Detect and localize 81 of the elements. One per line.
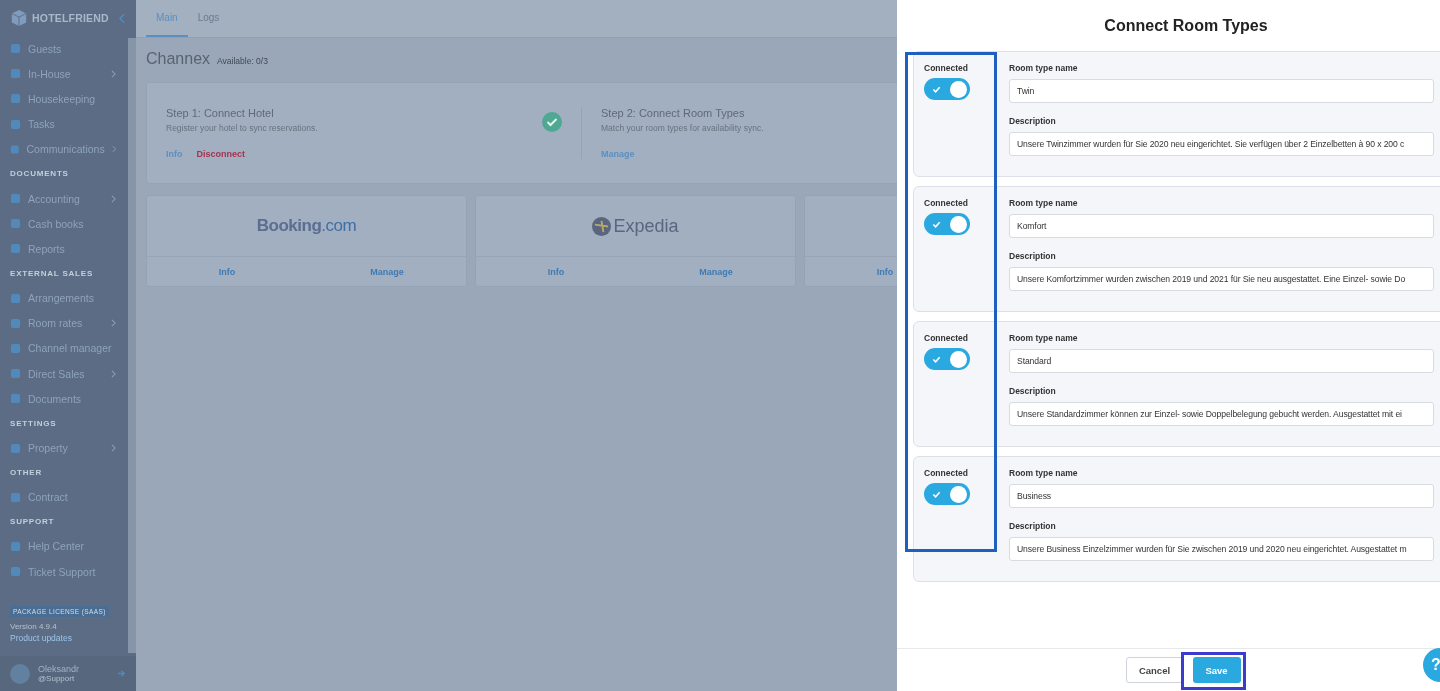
- section-heading: EXTERNAL SALES: [9, 268, 95, 280]
- field-label: Connected: [924, 198, 969, 208]
- square-icon: [10, 540, 21, 552]
- check-icon: [932, 84, 941, 94]
- channel-link[interactable]: Info: [516, 266, 596, 277]
- save-button[interactable]: Save: [1192, 657, 1241, 683]
- square-icon: [10, 442, 21, 454]
- square-icon: [10, 368, 21, 380]
- input-field[interactable]: Unsere Twinzimmer wurden für Sie 2020 neu eingerichtet. Sie verfügen über 2 Einzelbetten à 90 x 200 c: [1009, 132, 1434, 156]
- field-label: Connected: [924, 468, 969, 478]
- section-heading: DOCUMENTS: [9, 168, 70, 181]
- toggle-switch[interactable]: [924, 213, 970, 235]
- dialog-title: Connect Room Types: [1103, 17, 1269, 36]
- square-icon: [10, 491, 21, 503]
- step-link[interactable]: Manage: [601, 149, 635, 159]
- version-text: Version 4.9.4: [9, 622, 58, 631]
- availability-text: Available: 0/3: [217, 56, 268, 66]
- input-field[interactable]: Twin: [1009, 79, 1434, 103]
- channel-link[interactable]: Manage: [347, 266, 427, 277]
- field-label: Connected: [924, 333, 969, 343]
- field-label: Room type name: [1009, 333, 1079, 343]
- section-heading: OTHER: [9, 467, 43, 480]
- toggle-switch[interactable]: [924, 483, 970, 505]
- input-field[interactable]: Unsere Komfortzimmer wurden zwischen 2019 und 2021 für Sie neu ausgestattet. Eine Einzel- sowie Do: [1009, 267, 1434, 291]
- help-button[interactable]: ?: [1423, 648, 1440, 682]
- square-icon: [10, 68, 21, 80]
- square-icon: [10, 143, 20, 155]
- toggle-switch[interactable]: [924, 78, 970, 100]
- step-title: Step 2: Connect Room Types: [601, 107, 746, 119]
- square-icon: [10, 218, 21, 230]
- field-label: Room type name: [1009, 63, 1079, 73]
- arrow-right-icon[interactable]: [117, 669, 126, 678]
- collapse-icon[interactable]: [118, 12, 126, 24]
- cancel-button[interactable]: Cancel: [1125, 657, 1184, 683]
- field-label: Description: [1009, 251, 1057, 261]
- brand-logo: HOTELFRIEND: [32, 12, 109, 24]
- avatar: [10, 663, 30, 684]
- field-label: Room type name: [1009, 198, 1079, 208]
- page-title: Channex: [146, 50, 211, 68]
- channel-link[interactable]: Info: [845, 266, 897, 277]
- channel-link[interactable]: Info: [187, 266, 267, 277]
- field-label: Description: [1009, 116, 1057, 126]
- field-label: Description: [1009, 521, 1057, 531]
- square-icon: [10, 317, 21, 329]
- square-icon: [10, 393, 21, 405]
- step-link[interactable]: Disconnect: [196, 149, 245, 159]
- field-label: Room type name: [1009, 468, 1079, 478]
- step-link[interactable]: Info: [166, 149, 183, 159]
- booking-logo: Booking.com: [256, 216, 357, 236]
- plane-globe-icon: [592, 216, 612, 236]
- square-icon: [10, 118, 21, 130]
- check-icon: [932, 489, 941, 499]
- section-heading: SUPPORT: [9, 516, 56, 529]
- user-role: @Support: [38, 674, 76, 683]
- field-label: Description: [1009, 386, 1057, 396]
- check-icon: [932, 354, 941, 364]
- toggle-switch[interactable]: [924, 348, 970, 370]
- square-icon: [10, 93, 21, 105]
- square-icon: [10, 43, 21, 55]
- input-field[interactable]: Business: [1009, 484, 1434, 508]
- square-icon: [10, 566, 21, 578]
- user-name: Oleksandr: [38, 664, 81, 674]
- square-icon: [10, 342, 21, 354]
- channel-link[interactable]: Manage: [676, 266, 756, 277]
- input-field[interactable]: Unsere Business Einzelzimmer wurden für Sie zwischen 2019 und 2020 neu eingerichtet. Ausgestattet m: [1009, 537, 1434, 561]
- square-icon: [10, 193, 21, 205]
- highlight-frame: [1181, 652, 1246, 690]
- section-heading: SETTINGS: [9, 417, 58, 430]
- check-icon: [932, 219, 941, 229]
- tab[interactable]: Main: [146, 0, 188, 37]
- expedia-logo: Expedia: [613, 215, 679, 237]
- input-field[interactable]: Unsere Standardzimmer können zur Einzel- sowie Doppelbelegung gebucht werden. Ausgestattet mit ei: [1009, 402, 1434, 426]
- product-updates-link[interactable]: Product updates: [0, 633, 128, 643]
- input-field[interactable]: Komfort: [1009, 214, 1434, 238]
- square-icon: [10, 292, 21, 304]
- scrollbar[interactable]: [128, 38, 136, 653]
- step-title: Step 1: Connect Hotel: [166, 107, 275, 119]
- cube-logo-icon: [10, 9, 28, 27]
- field-label: Connected: [924, 63, 969, 73]
- square-icon: [10, 243, 21, 255]
- input-field[interactable]: Standard: [1009, 349, 1434, 373]
